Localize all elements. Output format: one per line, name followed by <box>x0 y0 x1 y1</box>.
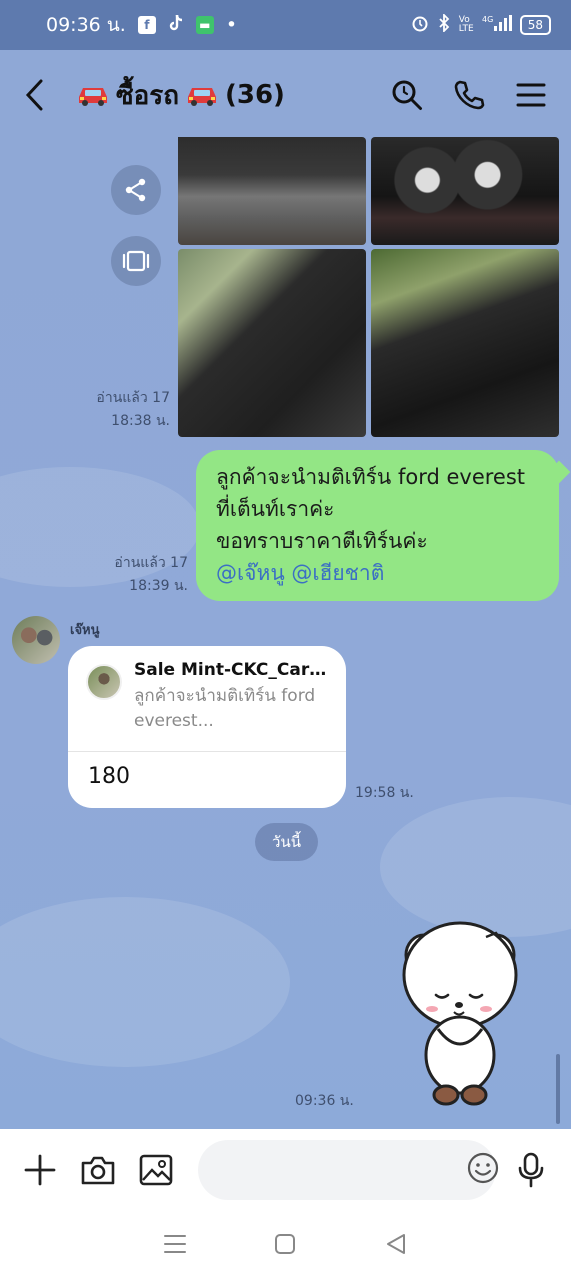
scrollbar[interactable] <box>556 1054 560 1124</box>
reply-name: Sale Mint-CKC_Car2... <box>134 660 330 680</box>
photo-meta: อ่านแล้ว 17 18:38 น. <box>60 387 170 433</box>
call-icon[interactable] <box>453 79 485 111</box>
share-button[interactable] <box>111 165 161 215</box>
emoji-icon[interactable] <box>467 1152 499 1188</box>
message-input[interactable] <box>218 1158 467 1182</box>
message-time: 18:39 น. <box>129 578 188 594</box>
facebook-icon: f <box>137 16 156 34</box>
car-photo-trunk[interactable] <box>178 137 366 245</box>
sticker-bear-bow[interactable] <box>398 917 522 1107</box>
chat-title-text: ซื้อรถ <box>116 80 179 111</box>
gallery-icon[interactable] <box>136 1150 176 1190</box>
background-cloud <box>0 897 290 1067</box>
mention-link[interactable]: @เจ๊หนู <box>216 561 285 585</box>
incoming-message[interactable]: Sale Mint-CKC_Car2... ลูกค้าจะนำมติเทิร์… <box>68 646 346 808</box>
input-bar <box>0 1129 571 1211</box>
signal-4g-icon: 4G <box>482 14 512 36</box>
car-photo-dashboard[interactable] <box>371 137 559 245</box>
alarm-icon <box>411 14 429 36</box>
message-time: 09:36 น. <box>295 1093 354 1109</box>
recent-apps-icon[interactable] <box>164 1234 187 1258</box>
outgoing-meta: อ่านแล้ว 17 18:39 น. <box>78 552 188 598</box>
chat-title[interactable]: ซื้อรถ (36) <box>76 75 285 116</box>
battery-indicator: 58 <box>519 15 551 35</box>
system-nav-bar <box>0 1211 571 1280</box>
member-count: (36) <box>224 80 285 110</box>
car-photo-rear-seat[interactable] <box>371 249 559 437</box>
status-bar: 09:36 น. f ▬ • Vo LTE 4G 58 <box>0 0 571 50</box>
message-time: 18:38 น. <box>111 413 170 429</box>
read-receipt: อ่านแล้ว 17 <box>114 555 188 571</box>
chat-area[interactable]: อ่านแล้ว 17 18:38 น. ลูกค้าจะนำมติเทิร์น… <box>0 137 571 1129</box>
message-line: ลูกค้าจะนำมติเทิร์น ford everest <box>216 465 526 489</box>
reply-snippet: ลูกค้าจะนำมติเทิร์น ford everest... <box>134 686 316 731</box>
search-icon[interactable] <box>391 79 423 111</box>
photo-message[interactable] <box>178 137 559 437</box>
menu-icon[interactable] <box>515 79 547 111</box>
home-icon[interactable] <box>274 1233 296 1259</box>
background-cloud <box>380 797 571 937</box>
dot-icon: • <box>225 14 238 36</box>
mic-icon[interactable] <box>511 1150 551 1190</box>
message-line: ขอทราบราคาตีเทิร์นค่ะ <box>216 529 428 553</box>
reply-avatar <box>86 664 122 700</box>
car-emoji-icon <box>79 88 107 106</box>
status-time: 09:36 น. <box>46 14 126 36</box>
back-nav-icon[interactable] <box>385 1233 407 1259</box>
camera-icon[interactable] <box>78 1150 118 1190</box>
day-divider: วันนี้ <box>255 823 318 861</box>
reply-quote[interactable]: Sale Mint-CKC_Car2... ลูกค้าจะนำมติเทิร์… <box>68 646 346 752</box>
car-photo-front-seat[interactable] <box>178 249 366 437</box>
album-button[interactable] <box>111 236 161 286</box>
plus-icon[interactable] <box>20 1150 60 1190</box>
message-time: 19:58 น. <box>355 785 414 801</box>
back-icon[interactable] <box>24 75 58 115</box>
read-receipt: อ่านแล้ว 17 <box>96 390 170 406</box>
sender-name: เจ๊หนู <box>70 623 100 638</box>
volte-icon: Vo LTE <box>458 15 474 34</box>
message-text: 180 <box>88 764 130 789</box>
svg-text:4G: 4G <box>482 15 493 24</box>
message-line: ที่เต็นท์เราค่ะ <box>216 497 335 521</box>
share-icon <box>125 178 146 202</box>
avatar[interactable] <box>12 616 60 664</box>
car-emoji-icon <box>187 88 216 106</box>
tiktok-icon <box>168 14 184 37</box>
outgoing-message[interactable]: ลูกค้าจะนำมติเทิร์น ford everest ที่เต็น… <box>196 450 559 601</box>
chat-header: ซื้อรถ (36) <box>0 50 571 140</box>
bluetooth-icon <box>437 12 451 36</box>
message-input-field[interactable] <box>198 1140 499 1200</box>
album-icon <box>122 250 150 272</box>
chat-app-icon: ▬ <box>195 16 214 34</box>
mention-link[interactable]: @เฮียชาติ <box>291 561 384 585</box>
